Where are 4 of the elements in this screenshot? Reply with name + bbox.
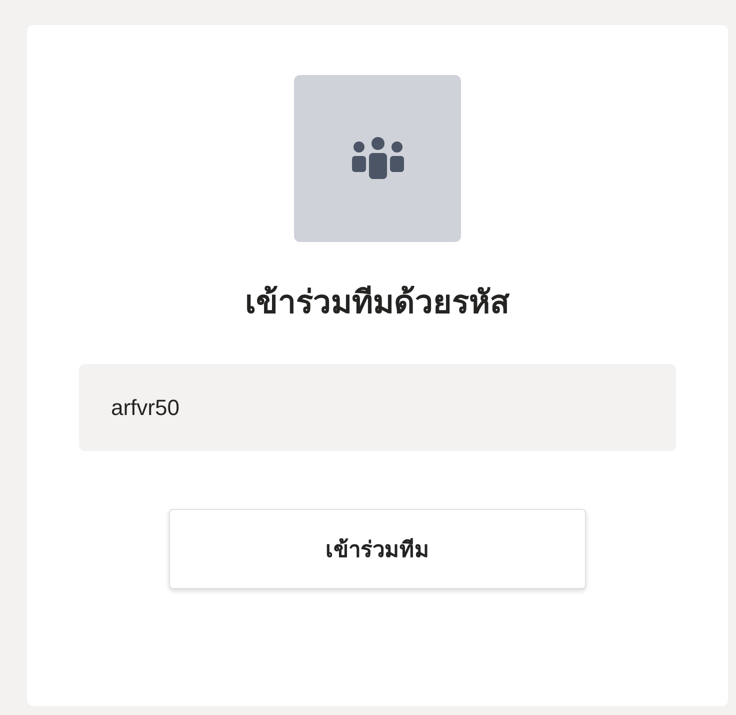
join-button[interactable]: เข้าร่วมทีม bbox=[169, 509, 586, 589]
dialog-title: เข้าร่วมทีมด้วยรหัส bbox=[245, 283, 510, 322]
code-input-field[interactable]: arfvr50 bbox=[79, 364, 676, 451]
people-icon bbox=[350, 136, 406, 180]
